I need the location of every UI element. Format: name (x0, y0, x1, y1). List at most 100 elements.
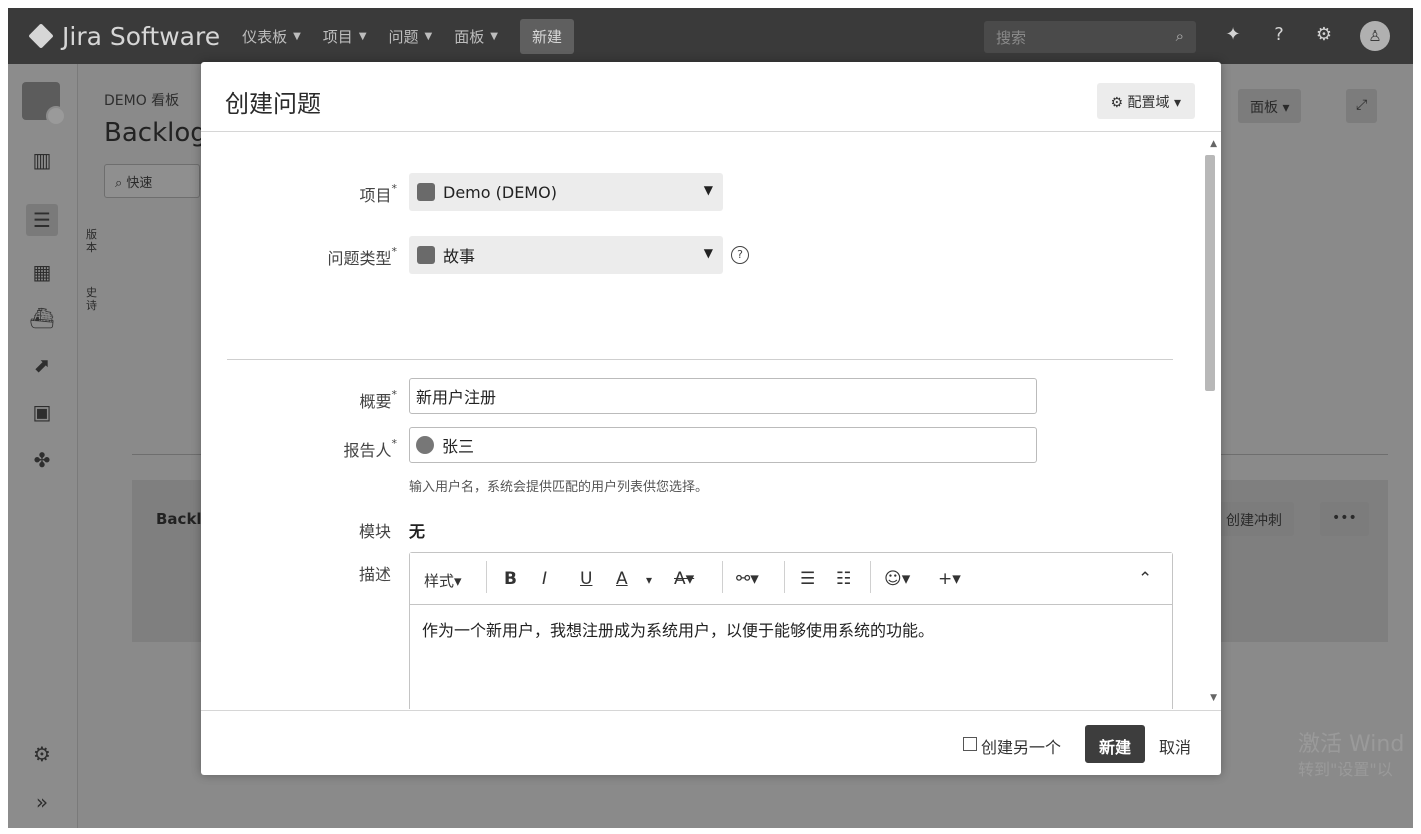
page-title: Backlog (104, 118, 207, 148)
chevron-down-icon[interactable]: ▾ (646, 573, 652, 587)
expand-sidebar-icon[interactable]: » (26, 786, 58, 818)
releases-icon[interactable]: ⛴ (26, 302, 58, 334)
project-icon (417, 183, 435, 201)
create-another-label[interactable]: 创建另一个 (981, 734, 1061, 758)
reports-icon[interactable]: ⬈ (26, 349, 58, 381)
bold-icon[interactable]: B (504, 569, 517, 589)
chevron-down-icon: ▼ (424, 30, 433, 42)
notifications-icon[interactable]: ✦ (1222, 24, 1244, 46)
issue-type-label: 问题类型* (217, 245, 397, 269)
user-avatar-icon (416, 436, 434, 454)
versions-tab[interactable]: 版本 (86, 228, 100, 254)
project-select[interactable]: Demo (DEMO) ▼ (409, 173, 723, 211)
summary-input[interactable]: 新用户注册 (409, 378, 1037, 414)
required-mark: * (391, 245, 398, 258)
collapse-toolbar-icon[interactable]: ⌃ (1138, 569, 1152, 589)
nav-boards-label: 面板 (454, 27, 485, 46)
underline-icon[interactable]: U (580, 569, 592, 589)
settings-gear-icon[interactable]: ⚙ (1313, 24, 1335, 46)
chevron-down-icon: ▼ (490, 30, 498, 42)
insert-more-icon[interactable]: +▾ (938, 569, 961, 589)
backlog-search[interactable]: ⌕ 快速 (104, 164, 200, 198)
help-icon[interactable]: ? (731, 246, 749, 264)
project-label: 项目* (217, 182, 397, 206)
emoji-icon[interactable]: ☺▾ (884, 569, 910, 589)
text-style-dropdown[interactable]: 样式▾ (424, 570, 462, 591)
scroll-up-icon[interactable]: ▲ (1210, 139, 1217, 149)
configure-fields-button[interactable]: ⚙ 配置域 ▾ (1096, 83, 1195, 119)
epics-tab[interactable]: 史诗 (86, 286, 100, 312)
project-sidebar: ▥ ☰ ▦ ⛴ ⬈ ▣ ✤ ⚙ » (8, 64, 78, 828)
nav-projects-label: 项目 (322, 27, 353, 46)
required-mark: * (391, 437, 398, 450)
project-value: Demo (DEMO) (443, 182, 557, 202)
dialog-footer: 创建另一个 新建 取消 (201, 710, 1221, 775)
project-settings-icon[interactable]: ⚙ (26, 738, 58, 770)
more-options-button[interactable]: ••• (1320, 502, 1369, 536)
chevron-down-icon: ▾ (454, 572, 462, 590)
description-editor[interactable]: 样式▾ B I U A ▾ A▾ ⚯▾ ☰ ☷ ☺▾ +▾ ⌃ 作为一个新用户，… (409, 552, 1173, 709)
reporter-label-text: 报告人 (343, 441, 392, 460)
component-value: 无 (409, 522, 426, 541)
issue-type-select[interactable]: 故事 ▼ (409, 236, 723, 274)
issue-type-value: 故事 (443, 247, 476, 266)
more-formatting-icon[interactable]: A▾ (674, 569, 694, 589)
breadcrumb[interactable]: DEMO 看板 (104, 90, 179, 110)
caret-down-icon: ▾ (1173, 95, 1181, 111)
project-avatar[interactable] (22, 82, 66, 126)
expand-icon[interactable]: ⤢ (1346, 89, 1378, 123)
roadmap-icon[interactable]: ▥ (26, 144, 58, 176)
jira-diamond-icon (28, 23, 54, 49)
issue-type-label-text: 问题类型 (327, 249, 392, 268)
chevron-down-icon: ▾ (1282, 100, 1290, 116)
nav-projects[interactable]: 项目 ▼ (323, 26, 367, 47)
component-label: 模块 (358, 522, 391, 541)
backlog-icon[interactable]: ☰ (26, 204, 58, 236)
toolbar-separator (784, 561, 785, 593)
dialog-header: 创建问题 ⚙ 配置域 ▾ (201, 62, 1221, 132)
reporter-label: 报告人* (217, 437, 397, 461)
app-frame: Jira Software 仪表板 ▼ 项目 ▼ 问题 ▼ 面板 ▼ 新建 搜索 ⌕ ✦… (8, 8, 1413, 828)
text-color-icon[interactable]: A (616, 569, 628, 589)
italic-icon[interactable]: I (542, 569, 547, 589)
chevron-down-icon: ▼ (703, 246, 713, 260)
addons-icon[interactable]: ✤ (26, 444, 58, 476)
nav-issues[interactable]: 问题 ▼ (389, 26, 433, 47)
editor-toolbar: 样式▾ B I U A ▾ A▾ ⚯▾ ☰ ☷ ☺▾ +▾ ⌃ (410, 553, 1172, 605)
reporter-input[interactable]: 张三 (409, 427, 1037, 463)
gear-icon: ⚙ (1110, 95, 1124, 111)
board-icon[interactable]: ▦ (26, 256, 58, 288)
description-label: 描述 (358, 565, 391, 584)
search-placeholder: 搜索 (996, 29, 1027, 47)
bullet-list-icon[interactable]: ☰ (800, 569, 815, 589)
story-icon (417, 246, 435, 264)
cancel-link[interactable]: 取消 (1159, 734, 1191, 758)
search-icon: ⌕ (1175, 27, 1184, 45)
scroll-down-icon[interactable]: ▼ (1210, 693, 1217, 703)
nav-boards[interactable]: 面板 ▼ (454, 26, 498, 47)
dialog-body: 项目* Demo (DEMO) ▼ 问题类型* 故事 ▼ ? 概要* 新用户注册… (201, 133, 1221, 709)
nav-issues-label: 问题 (388, 27, 419, 46)
create-button[interactable]: 新建 (519, 18, 574, 54)
create-sprint-button[interactable]: 创建冲刺 (1214, 502, 1294, 536)
reporter-hint: 输入用户名，系统会提供匹配的用户列表供您选择。 (409, 480, 709, 495)
create-another-checkbox[interactable] (963, 737, 977, 751)
chevron-down-icon: ▼ (358, 30, 367, 42)
activation-watermark-sub: 转到"设置"以 (1298, 760, 1393, 779)
search-input[interactable]: 搜索 ⌕ (984, 21, 1196, 53)
submit-create-button[interactable]: 新建 (1085, 725, 1146, 763)
numbered-list-icon[interactable]: ☷ (836, 569, 851, 589)
activation-watermark: 激活 Wind (1298, 732, 1405, 757)
user-avatar[interactable]: ♙ (1360, 21, 1390, 51)
jira-logo[interactable]: Jira Software (28, 22, 220, 51)
issues-icon[interactable]: ▣ (26, 396, 58, 428)
description-text[interactable]: 作为一个新用户，我想注册成为系统用户，以便于能够使用系统的功能。 (422, 617, 934, 641)
board-dropdown[interactable]: 面板 ▾ (1238, 89, 1302, 123)
required-mark: * (391, 182, 398, 195)
scrollbar-thumb[interactable] (1205, 155, 1215, 391)
backlog-label: Backl (156, 510, 202, 528)
help-icon[interactable]: ? (1268, 24, 1290, 46)
link-icon[interactable]: ⚯▾ (736, 569, 759, 589)
board-dropdown-label: 面板 (1250, 100, 1278, 116)
nav-dashboards[interactable]: 仪表板 ▼ (242, 26, 301, 47)
